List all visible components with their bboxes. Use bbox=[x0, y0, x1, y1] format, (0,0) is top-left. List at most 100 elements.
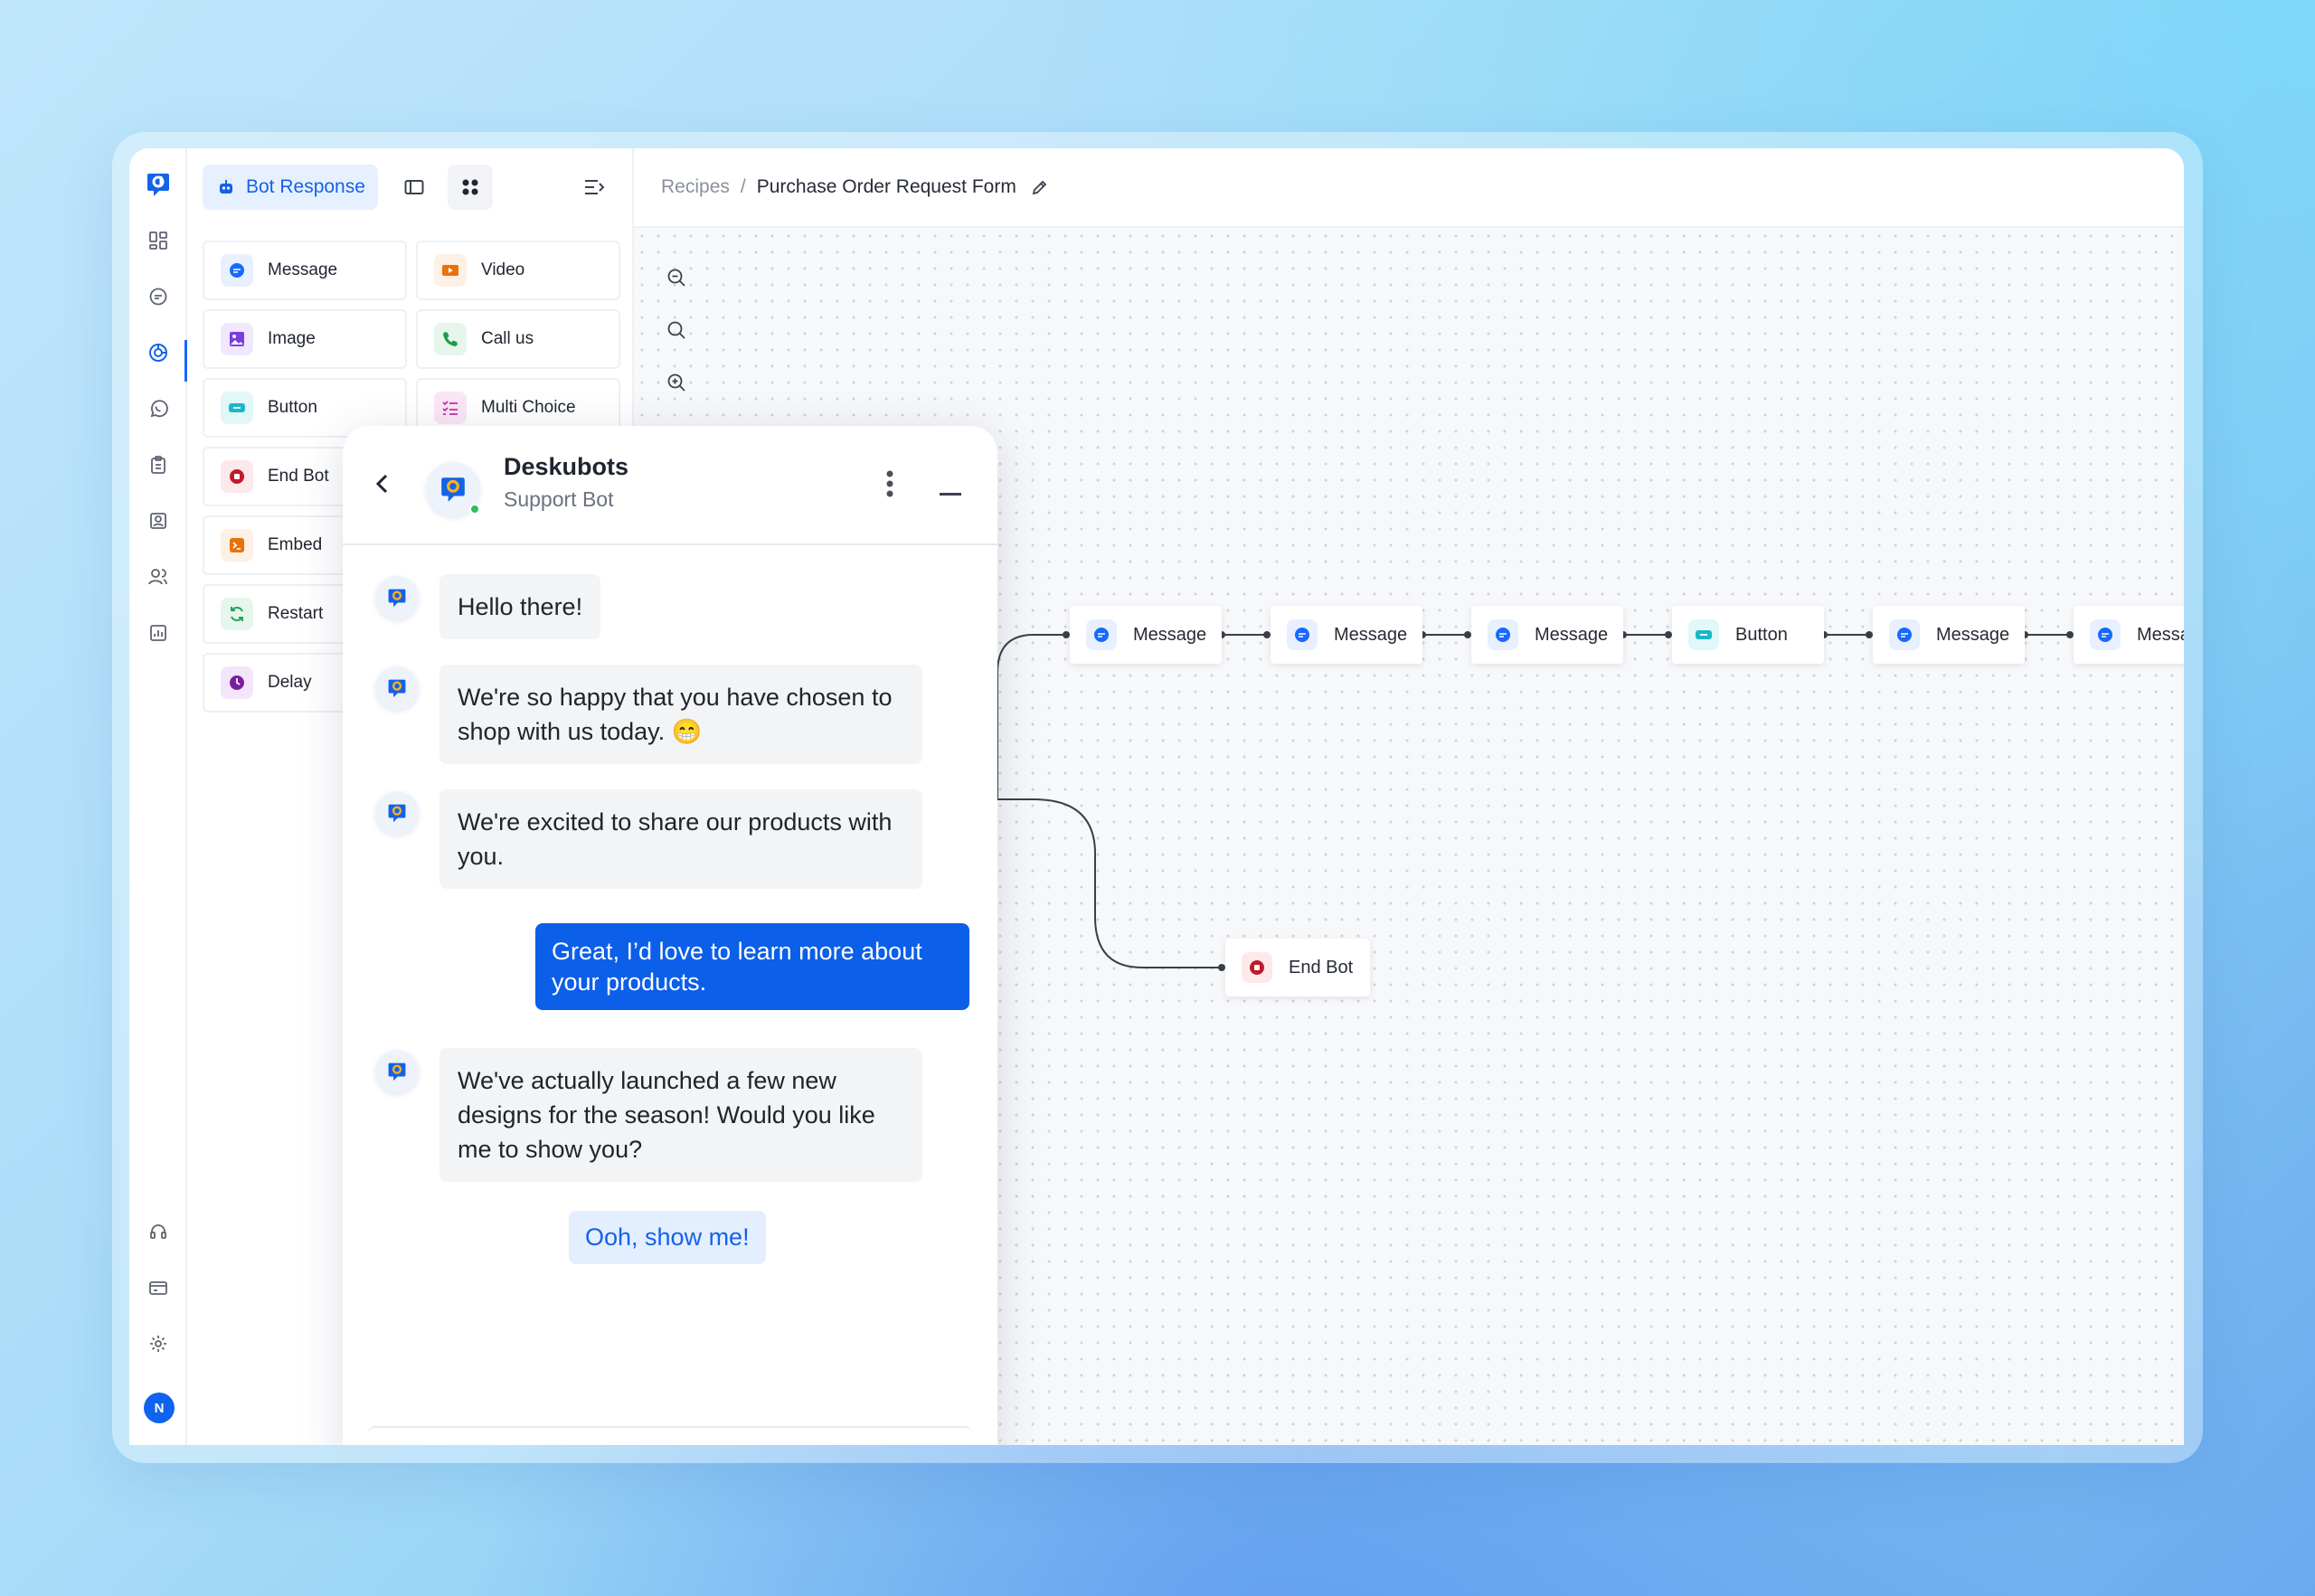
edit-title-pencil-icon[interactable] bbox=[1031, 178, 1049, 196]
video-icon bbox=[434, 254, 467, 287]
collapse-menu-icon bbox=[585, 180, 605, 194]
breadcrumb: Recipes / Purchase Order Request Form bbox=[634, 148, 2184, 228]
bot-logo-icon bbox=[388, 679, 406, 698]
button-icon bbox=[1688, 619, 1719, 650]
reports-icon[interactable] bbox=[138, 613, 178, 653]
grid-icon bbox=[462, 179, 478, 195]
checklist-icon bbox=[434, 392, 467, 424]
zoom-in-button[interactable] bbox=[656, 362, 697, 403]
flow-node-message[interactable]: Message bbox=[1471, 606, 1623, 664]
robot-icon bbox=[220, 180, 232, 194]
flow-node-message[interactable]: Message bbox=[1271, 606, 1422, 664]
block-label: Button bbox=[268, 398, 317, 417]
flow-node-message[interactable]: Message bbox=[1070, 606, 1222, 664]
settings-gear-icon[interactable] bbox=[138, 1324, 178, 1364]
zoom-reset-button[interactable] bbox=[656, 309, 697, 351]
panel-header: Bot Response bbox=[187, 148, 632, 228]
block-message[interactable]: Message bbox=[203, 241, 407, 300]
stop-icon bbox=[221, 460, 253, 493]
block-label: Multi Choice bbox=[481, 398, 576, 417]
tab-apps[interactable] bbox=[448, 165, 493, 210]
bot-message: Hello there! bbox=[439, 574, 601, 639]
dashboard-icon[interactable] bbox=[138, 221, 178, 260]
refresh-icon bbox=[221, 598, 253, 630]
node-label: Button bbox=[1735, 624, 1788, 645]
block-label: Image bbox=[268, 329, 316, 348]
back-chevron-icon[interactable] bbox=[373, 473, 392, 499]
user-message: Great, I’d love to learn more about your… bbox=[535, 923, 969, 1010]
bot-message: We're excited to share our products with… bbox=[439, 789, 922, 889]
flow-node-message[interactable]: Message bbox=[1873, 606, 2025, 664]
stop-icon bbox=[1242, 952, 1272, 983]
bot-avatar-small bbox=[375, 576, 419, 619]
block-video[interactable]: Video bbox=[416, 241, 620, 300]
block-label: Embed bbox=[268, 535, 323, 554]
quick-reply-button[interactable]: Ooh, show me! bbox=[569, 1211, 766, 1264]
message-icon bbox=[1287, 619, 1318, 650]
whatsapp-icon[interactable] bbox=[138, 389, 178, 429]
message-icon bbox=[1086, 619, 1117, 650]
chat-icon[interactable] bbox=[138, 277, 178, 316]
block-label: Restart bbox=[268, 604, 324, 623]
bot-name: Deskubots bbox=[504, 453, 629, 480]
contact-card-icon[interactable] bbox=[138, 501, 178, 541]
bot-logo-icon bbox=[388, 1062, 406, 1081]
block-label: Delay bbox=[268, 673, 312, 692]
message-icon bbox=[1889, 619, 1920, 650]
bot-message: We've actually launched a few new design… bbox=[439, 1048, 922, 1182]
sidebar-layout-icon bbox=[404, 180, 424, 194]
users-icon[interactable] bbox=[138, 557, 178, 597]
chat-header: Deskubots Support Bot bbox=[343, 426, 997, 545]
clipboard-icon[interactable] bbox=[138, 445, 178, 485]
block-image[interactable]: Image bbox=[203, 309, 407, 369]
block-call-us[interactable]: Call us bbox=[416, 309, 620, 369]
bot-avatar-small bbox=[375, 666, 419, 710]
billing-card-icon[interactable] bbox=[138, 1268, 178, 1308]
node-label: Message bbox=[1936, 624, 2010, 645]
zoom-out-button[interactable] bbox=[656, 257, 697, 298]
nav-rail: N bbox=[129, 148, 187, 1445]
flow-node-end-bot[interactable]: End Bot bbox=[1225, 939, 1370, 996]
online-status-dot bbox=[469, 504, 480, 515]
node-label: Message bbox=[1133, 624, 1207, 645]
collapse-panel-button[interactable] bbox=[572, 165, 617, 210]
block-label: Message bbox=[268, 260, 338, 279]
bot-logo-icon bbox=[388, 589, 406, 608]
app-window: N Bot Response Message Video Image Call … bbox=[129, 148, 2184, 1445]
breadcrumb-root[interactable]: Recipes bbox=[661, 176, 730, 198]
app-logo-icon[interactable] bbox=[138, 165, 178, 204]
zoom-out-icon bbox=[667, 269, 685, 287]
page-title: Purchase Order Request Form bbox=[756, 176, 1016, 197]
tab-layout[interactable] bbox=[392, 165, 437, 210]
clock-icon bbox=[221, 666, 253, 699]
phone-icon bbox=[434, 323, 467, 355]
bot-subtitle: Support Bot bbox=[504, 487, 614, 511]
bot-avatar bbox=[426, 462, 480, 516]
tab-bot-response-label: Bot Response bbox=[246, 176, 365, 197]
message-icon bbox=[1488, 619, 1518, 650]
more-options-icon[interactable] bbox=[885, 469, 894, 503]
block-label: End Bot bbox=[268, 467, 329, 486]
bot-message: We're so happy that you have chosen to s… bbox=[439, 665, 922, 764]
search-icon bbox=[667, 321, 685, 339]
message-icon bbox=[221, 254, 253, 287]
flow-node-button[interactable]: Button bbox=[1672, 606, 1824, 664]
bot-logo-icon bbox=[441, 477, 465, 502]
bot-builder-icon[interactable] bbox=[138, 333, 178, 373]
support-headset-icon[interactable] bbox=[138, 1212, 178, 1251]
minimize-icon[interactable] bbox=[940, 493, 961, 496]
bot-avatar-small bbox=[375, 791, 419, 835]
message-icon bbox=[2090, 619, 2121, 650]
block-label: Video bbox=[481, 260, 525, 279]
tab-bot-response[interactable]: Bot Response bbox=[203, 165, 378, 210]
node-label: End Bot bbox=[1289, 957, 1354, 977]
chat-input-area[interactable] bbox=[368, 1426, 972, 1445]
node-label: Message bbox=[1535, 624, 1609, 645]
block-label: Call us bbox=[481, 329, 534, 348]
zoom-in-icon bbox=[667, 373, 685, 392]
user-avatar[interactable]: N bbox=[144, 1393, 175, 1423]
chat-widget: Deskubots Support Bot Hello there! We're… bbox=[343, 426, 997, 1445]
image-icon bbox=[221, 323, 253, 355]
breadcrumb-separator: / bbox=[740, 176, 746, 197]
flow-node-message[interactable]: Message bbox=[2074, 606, 2184, 664]
